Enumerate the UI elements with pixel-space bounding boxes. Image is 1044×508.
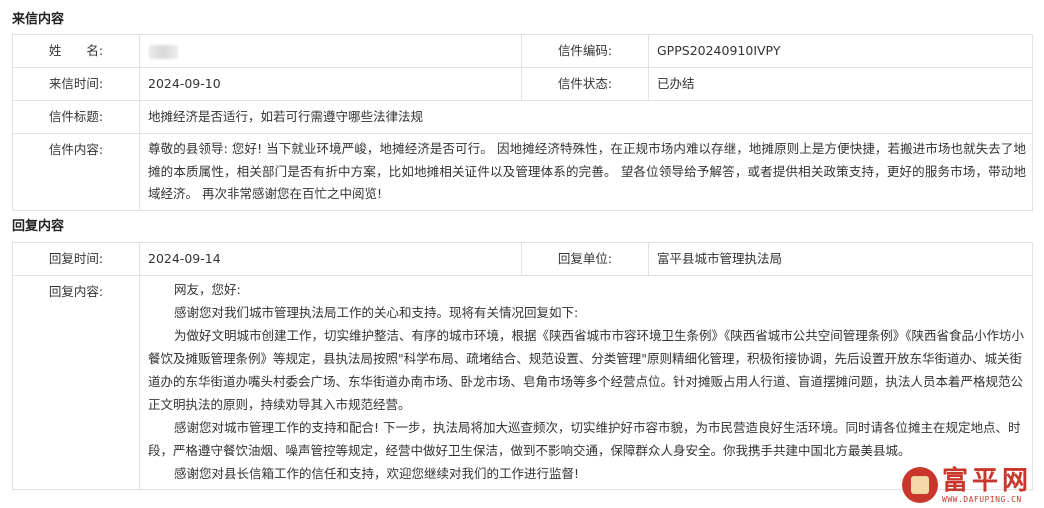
reply-section-title: 回复内容 bbox=[12, 219, 65, 234]
letter-row-time-status: 来信时间: 2024-09-10 信件状态: 已办结 bbox=[12, 67, 1033, 101]
letter-row-subject: 信件标题: 地摊经济是否适行，如若可行需遵守哪些法律法规 bbox=[12, 100, 1033, 134]
watermark-en: WWW.DAFUPING.CN bbox=[942, 494, 1022, 504]
letter-info-table: 姓 名: 信件编码: GPPS20240910IVPY 来信时间: 2024-0… bbox=[12, 34, 1033, 211]
letter-content-value: 尊敬的县领导: 您好! 当下就业环境严峻，地摊经济是否可行。 因地摊经济特殊性，… bbox=[148, 141, 1026, 201]
reply-paragraph: 为做好文明城市创建工作，切实维护整洁、有序的城市环境，根据《陕西省城市市容环境卫… bbox=[148, 328, 1025, 412]
letter-time-label: 来信时间: bbox=[48, 76, 104, 91]
reply-time-label: 回复时间: bbox=[48, 251, 104, 266]
reply-unit-value: 富平县城市管理执法局 bbox=[657, 251, 783, 266]
site-watermark: 富平网 WWW.DAFUPING.CN bbox=[902, 462, 1040, 508]
reply-info-table: 回复时间: 2024-09-14 回复单位: 富平县城市管理执法局 回复内容: … bbox=[12, 242, 1033, 490]
name-label: 姓 名: bbox=[48, 43, 104, 58]
letter-time-value: 2024-09-10 bbox=[148, 76, 221, 91]
subject-label: 信件标题: bbox=[48, 109, 104, 124]
subject-value: 地摊经济是否适行，如若可行需遵守哪些法律法规 bbox=[148, 109, 424, 124]
reply-paragraph: 感谢您对我们城市管理执法局工作的关心和支持。现将有关情况回复如下: bbox=[174, 305, 579, 320]
watermark-logo-icon bbox=[902, 467, 938, 503]
letter-content-label: 信件内容: bbox=[48, 142, 104, 157]
reply-paragraph: 网友，您好: bbox=[174, 282, 241, 297]
code-value: GPPS20240910IVPY bbox=[657, 43, 781, 58]
name-value-redacted bbox=[148, 44, 178, 59]
reply-time-value: 2024-09-14 bbox=[148, 251, 221, 266]
letter-section-title: 来信内容 bbox=[12, 12, 65, 27]
reply-content-body: 网友，您好: 感谢您对我们城市管理执法局工作的关心和支持。现将有关情况回复如下:… bbox=[140, 276, 1032, 489]
reply-paragraph: 感谢您对城市管理工作的支持和配合! 下一步，执法局将加大巡查频次，切实维护好市容… bbox=[148, 420, 1021, 458]
reply-paragraph: 感谢您对县长信箱工作的信任和支持，欢迎您继续对我们的工作进行监督! bbox=[174, 466, 580, 481]
letter-row-content: 信件内容: 尊敬的县领导: 您好! 当下就业环境严峻，地摊经济是否可行。 因地摊… bbox=[12, 133, 1033, 211]
letter-row-name-code: 姓 名: 信件编码: GPPS20240910IVPY bbox=[12, 34, 1033, 68]
reply-row-time-unit: 回复时间: 2024-09-14 回复单位: 富平县城市管理执法局 bbox=[12, 242, 1033, 276]
status-label: 信件状态: bbox=[557, 76, 613, 91]
reply-row-content: 回复内容: 网友，您好: 感谢您对我们城市管理执法局工作的关心和支持。现将有关情… bbox=[12, 275, 1033, 490]
reply-content-label: 回复内容: bbox=[48, 284, 104, 299]
status-value: 已办结 bbox=[657, 76, 695, 91]
code-label: 信件编码: bbox=[557, 43, 613, 58]
reply-unit-label: 回复单位: bbox=[557, 251, 613, 266]
watermark-cn: 富平网 bbox=[942, 465, 1033, 496]
